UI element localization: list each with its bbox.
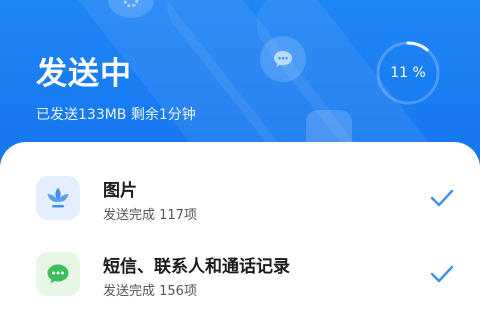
chat-icon bbox=[260, 36, 306, 82]
item-status: 发送完成 156项 bbox=[103, 284, 197, 299]
page-title: 发送中 bbox=[36, 56, 132, 92]
item-title: 图片 bbox=[103, 181, 137, 201]
progress-percent: 11 % bbox=[390, 65, 426, 81]
checkmark-icon bbox=[430, 189, 454, 207]
message-bubble-icon bbox=[36, 252, 80, 296]
header-panel: 发送中 已发送133MB 剩余1分钟 11 % bbox=[0, 0, 480, 160]
transfer-summary: 已发送133MB 剩余1分钟 bbox=[36, 107, 196, 123]
list-item: 短信、联系人和通话记录 发送完成 156项 bbox=[0, 252, 480, 322]
item-status: 发送完成 117项 bbox=[103, 208, 197, 223]
list-item: 图片 发送完成 117项 bbox=[0, 176, 480, 246]
item-title: 短信、联系人和通话记录 bbox=[103, 257, 290, 277]
photo-flower-icon bbox=[36, 176, 80, 220]
checkmark-icon bbox=[430, 265, 454, 283]
transfer-list: 图片 发送完成 117项 短信、联系人和通话记录 发送完成 156项 bbox=[0, 142, 480, 332]
